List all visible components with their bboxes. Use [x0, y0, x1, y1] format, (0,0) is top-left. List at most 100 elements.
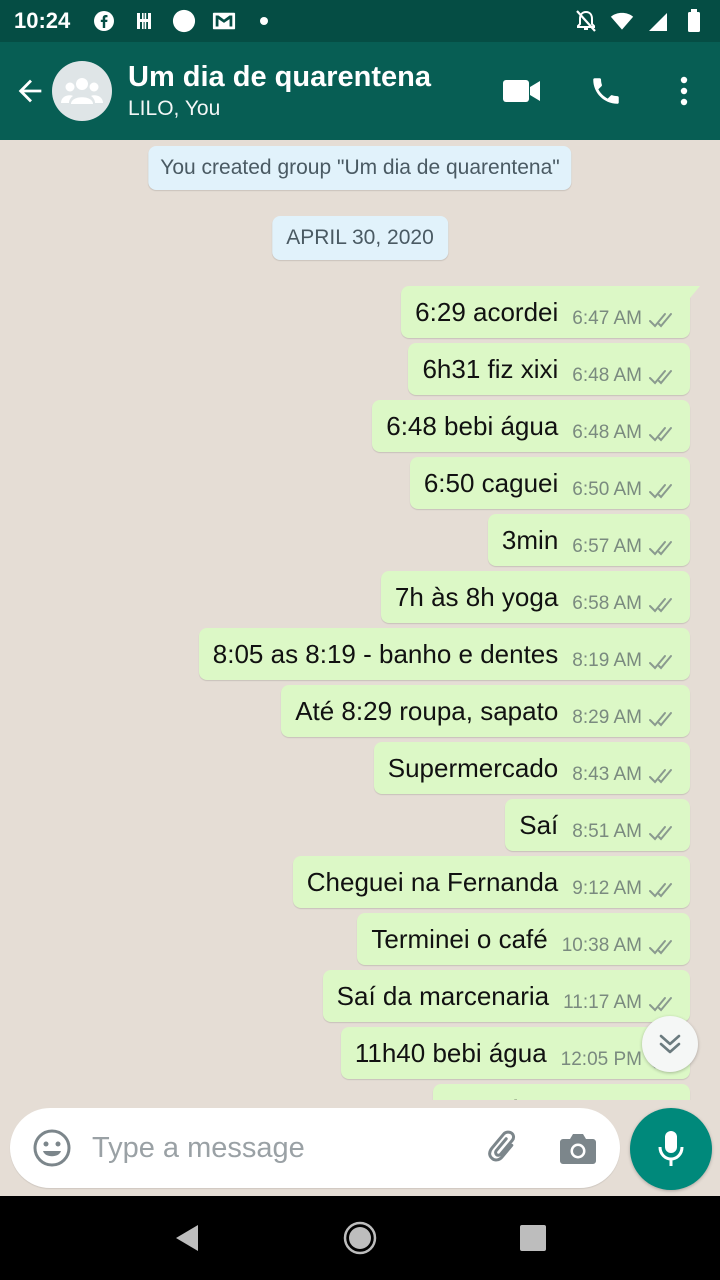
group-avatar-icon [61, 78, 103, 104]
back-arrow-icon [18, 79, 42, 103]
nav-recents-icon [520, 1225, 547, 1251]
message-list: 6:29 acordei 6:47 AM 6h31 fiz xixi 6:48 AM 6… [0, 286, 720, 1100]
dot-icon [252, 9, 276, 33]
message-bubble[interactable]: 7h às 8h yoga 6:58 AM [380, 571, 690, 623]
voice-message-button[interactable] [630, 1108, 712, 1190]
message-time: 6:58 AM [572, 593, 642, 614]
system-icons [574, 9, 706, 33]
chat-title-area[interactable]: Um dia de quarentena LILO, You [128, 59, 480, 123]
message-text: Supermercado [387, 752, 559, 783]
message-input[interactable] [92, 1131, 482, 1165]
double-check-icon [649, 997, 672, 1012]
nav-back-button[interactable] [157, 1208, 217, 1268]
double-check-icon [649, 655, 672, 670]
chat-area[interactable]: You created group "Um dia de quarentena"… [0, 140, 720, 1100]
message-text: 11h40 bebi água [354, 1037, 547, 1068]
double-check-icon [649, 712, 672, 727]
message-bubble[interactable]: Cheguei na Fernanda 9:12 AM [292, 856, 690, 908]
message-time: 6:48 AM [572, 365, 642, 386]
more-vert-icon [680, 76, 688, 106]
message-text: 6h31 fiz xixi [422, 353, 559, 384]
message-time: 6:47 AM [572, 308, 642, 329]
video-call-icon [503, 80, 540, 102]
message-meta: 6:48 AM [572, 351, 678, 387]
message-meta: 8:29 AM [572, 693, 678, 729]
nav-home-icon [343, 1221, 377, 1255]
attach-button[interactable] [482, 1126, 526, 1170]
double-check-icon [649, 940, 672, 955]
message-bubble[interactable]: Até 8:29 roupa, sapato 8:29 AM [281, 685, 690, 737]
gmail-icon [212, 9, 236, 33]
message-text: Saí da marcenaria [336, 980, 550, 1011]
message-text: 6:48 bebi água [386, 410, 559, 441]
bubble-tail [690, 286, 700, 298]
double-check-icon [649, 313, 672, 328]
message-time: 8:19 AM [572, 650, 642, 671]
message-meta: 8:43 AM [572, 750, 678, 786]
video-call-button[interactable] [480, 42, 564, 140]
double-check-icon [649, 769, 672, 784]
message-meta: 6:47 AM [572, 294, 678, 330]
scroll-to-bottom-button[interactable] [642, 1016, 698, 1072]
nav-home-button[interactable] [330, 1208, 390, 1268]
message-text: 3min [501, 524, 559, 555]
message-time: 6:57 AM [572, 536, 642, 557]
nav-back-icon [175, 1225, 198, 1251]
message-time: 8:51 AM [572, 821, 642, 842]
double-check-icon [649, 370, 672, 385]
message-meta: 6:57 AM [572, 522, 678, 558]
mic-icon [658, 1131, 684, 1166]
mute-icon [574, 9, 598, 33]
message-time: 8:43 AM [572, 764, 642, 785]
message-meta: 6:48 AM [572, 408, 678, 444]
message-time: 11:17 AM [563, 992, 642, 1013]
message-bubble[interactable]: 8:05 as 8:19 - banho e dentes 8:19 AM [198, 628, 690, 680]
camera-icon [560, 1134, 596, 1164]
message-text: Até 8:29 roupa, sapato [295, 695, 559, 726]
message-time: 8:29 AM [572, 707, 642, 728]
message-bubble[interactable]: Terminei o café 10:38 AM [357, 913, 690, 965]
message-bubble[interactable]: 3min 6:57 AM [487, 514, 690, 566]
date-chip: APRIL 30, 2020 [272, 216, 448, 260]
avatar[interactable] [52, 61, 112, 121]
message-bubble[interactable]: Bebi água de novo [433, 1084, 690, 1100]
page-title: Um dia de quarentena [128, 61, 431, 93]
message-meta: 8:19 AM [572, 636, 678, 672]
message-meta: 6:58 AM [572, 579, 678, 615]
message-text: 8:05 as 8:19 - banho e dentes [212, 638, 559, 669]
circle-icon [172, 9, 196, 33]
message-time: 10:38 AM [561, 935, 642, 956]
status-time: 10:24 [14, 8, 71, 33]
facebook-icon [92, 9, 116, 33]
message-text: 6:50 caguei [423, 467, 559, 498]
double-check-icon [649, 427, 672, 442]
message-bubble[interactable]: 6:50 caguei 6:50 AM [409, 457, 690, 509]
wifi-icon [610, 9, 634, 33]
double-check-icon [649, 484, 672, 499]
message-bubble[interactable]: 6:29 acordei 6:47 AM [401, 286, 700, 338]
emoji-button[interactable] [30, 1126, 74, 1170]
phone-icon [593, 78, 619, 104]
message-bubble[interactable]: Saí da marcenaria 11:17 AM [322, 970, 690, 1022]
message-meta: 11:17 AM [563, 978, 678, 1014]
message-bubble[interactable]: Saí 8:51 AM [505, 799, 690, 851]
message-time: 9:12 AM [572, 878, 642, 899]
message-bubble[interactable]: 6h31 fiz xixi 6:48 AM [408, 343, 690, 395]
nav-recents-button[interactable] [503, 1208, 563, 1268]
double-check-icon [649, 598, 672, 613]
back-button[interactable] [0, 42, 52, 140]
more-options-button[interactable] [648, 42, 720, 140]
message-bubble[interactable]: Supermercado 8:43 AM [373, 742, 690, 794]
camera-button[interactable] [556, 1126, 600, 1170]
message-text: Terminei o café [371, 923, 548, 954]
notification-icons [92, 9, 276, 33]
message-meta: 10:38 AM [562, 921, 678, 957]
participants-subtitle: LILO, You [128, 97, 221, 120]
voice-call-button[interactable] [564, 42, 648, 140]
chat-header: Um dia de quarentena LILO, You [0, 42, 720, 140]
system-nav-bar [0, 1196, 720, 1280]
status-bar: 10:24 [0, 0, 720, 42]
message-text: Cheguei na Fernanda [306, 866, 559, 897]
message-bubble[interactable]: 11h40 bebi água 12:05 PM [340, 1027, 690, 1079]
message-bubble[interactable]: 6:48 bebi água 6:48 AM [372, 400, 690, 452]
